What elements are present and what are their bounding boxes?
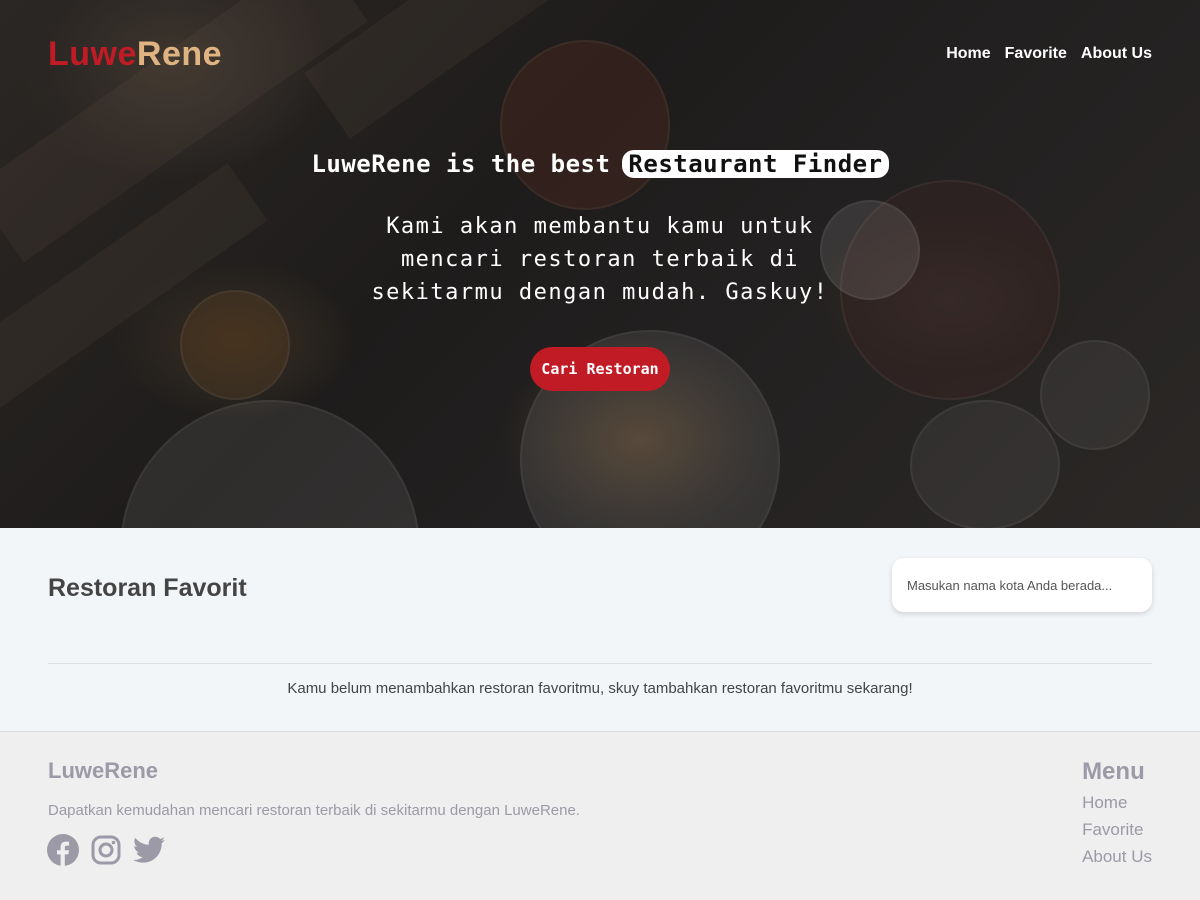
nav-home-link[interactable]: Home [946, 45, 990, 63]
hero-subtitle: Kami akan membantu kamu untuk mencari re… [371, 214, 829, 305]
hero-section: LuweRene Home Favorite About Us LuweRene… [0, 0, 1200, 528]
hero-title-prefix: LuweRene is the best [311, 150, 611, 178]
footer-menu: Menu Home Favorite About Us [1082, 758, 1152, 867]
footer-description: Dapatkan kemudahan mencari restoran terb… [48, 802, 580, 819]
city-search-input[interactable] [892, 558, 1152, 612]
find-restaurant-button[interactable]: Cari Restoran [530, 347, 670, 391]
brand-logo[interactable]: LuweRene [48, 35, 222, 74]
hero-title: LuweRene is the best Restaurant Finder [311, 150, 889, 178]
empty-state-message: Kamu belum menambahkan restoran favoritm… [287, 680, 913, 697]
nav-about-link[interactable]: About Us [1081, 45, 1152, 63]
social-links [47, 834, 165, 866]
footer: LuweRene Dapatkan kemudahan mencari rest… [0, 731, 1200, 900]
facebook-icon[interactable] [47, 834, 79, 866]
instagram-icon[interactable] [91, 835, 121, 865]
footer-home-link[interactable]: Home [1082, 792, 1152, 813]
hero-content: LuweRene is the best Restaurant Finder K… [0, 150, 1200, 391]
nav-favorite-link[interactable]: Favorite [1005, 45, 1067, 63]
footer-menu-title: Menu [1082, 758, 1145, 785]
nav-menu: Home Favorite About Us [946, 45, 1152, 63]
section-title: Restoran Favorit [48, 574, 247, 602]
brand-part-rene: Rene [136, 34, 223, 73]
footer-favorite-link[interactable]: Favorite [1082, 819, 1152, 840]
brand-part-luwe: Luwe [48, 34, 137, 73]
twitter-icon[interactable] [133, 836, 165, 864]
hero-title-highlight: Restaurant Finder [622, 150, 889, 178]
favorite-section: Restoran Favorit Kamu belum menambahkan … [0, 528, 1200, 732]
favorite-header: Restoran Favorit [48, 558, 1152, 664]
footer-brand: LuweRene [48, 758, 159, 783]
navbar: LuweRene Home Favorite About Us [0, 0, 1200, 108]
footer-about-link[interactable]: About Us [1082, 846, 1152, 867]
